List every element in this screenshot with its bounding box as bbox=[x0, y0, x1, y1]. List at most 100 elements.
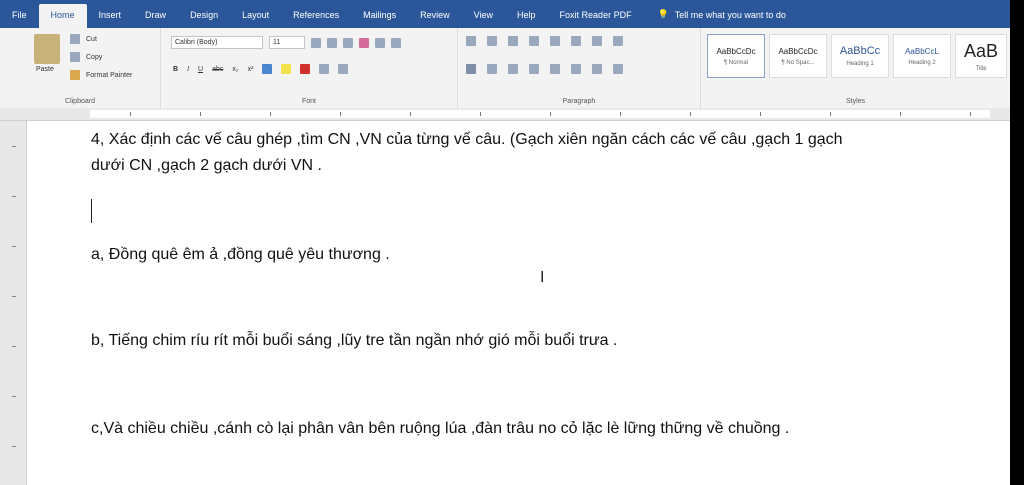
ruler-tick bbox=[12, 296, 16, 297]
align-center-icon[interactable] bbox=[487, 64, 497, 74]
document-page[interactable]: 4, Xác định các vế câu ghép ,tìm CN ,VN … bbox=[27, 121, 1010, 485]
ruler-tick bbox=[200, 112, 201, 116]
cut-button[interactable]: Cut bbox=[86, 36, 97, 43]
ruler-tick bbox=[12, 146, 16, 147]
question-line-2: dưới CN ,gạch 2 gạch dưới VN . bbox=[91, 157, 322, 174]
phonetic-guide-icon[interactable] bbox=[375, 37, 385, 48]
horizontal-ruler[interactable] bbox=[0, 108, 1010, 121]
multilevel-list-icon[interactable] bbox=[508, 36, 518, 46]
font-label: Font bbox=[301, 98, 316, 105]
paragraph-group: Paragraph bbox=[458, 28, 701, 108]
ruler-tick bbox=[620, 112, 621, 116]
align-right-icon[interactable] bbox=[508, 64, 518, 74]
style-name: ¶ No Spac... bbox=[781, 59, 815, 66]
ruler-tick bbox=[760, 112, 761, 116]
ruler-tick bbox=[130, 112, 131, 116]
tell-me-box[interactable]: 💡 Tell me what you want to do bbox=[644, 9, 786, 28]
ruler-tick bbox=[340, 112, 341, 116]
underline-button[interactable]: U bbox=[198, 66, 203, 73]
paste-icon[interactable] bbox=[34, 34, 60, 64]
style-name: Title bbox=[975, 65, 987, 72]
font-size-select[interactable]: 11 bbox=[269, 36, 305, 49]
bullets-icon[interactable] bbox=[466, 36, 476, 46]
clear-formatting-icon[interactable] bbox=[359, 37, 369, 48]
tab-layout[interactable]: Layout bbox=[230, 10, 281, 28]
change-case-icon[interactable] bbox=[343, 37, 353, 48]
ruler-tick bbox=[900, 112, 901, 116]
enclose-characters-icon[interactable] bbox=[338, 64, 349, 74]
font-group: Calibri (Body) 11 B I U abc x₂ x² Font bbox=[161, 28, 458, 108]
style-name: ¶ Normal bbox=[723, 59, 749, 66]
sentence-a: a, Đồng quê êm ả ,đồng quê yêu thương . bbox=[91, 246, 390, 263]
subscript-button[interactable]: x₂ bbox=[232, 66, 238, 73]
style-sample: AaBbCcL bbox=[905, 46, 939, 56]
grow-font-icon[interactable] bbox=[311, 37, 321, 48]
character-shading-icon[interactable] bbox=[319, 64, 330, 74]
ribbon-tabs: File Home Insert Draw Design Layout Refe… bbox=[0, 0, 1010, 28]
tab-foxit[interactable]: Foxit Reader PDF bbox=[548, 10, 644, 28]
strikethrough-button[interactable]: abc bbox=[212, 66, 223, 73]
superscript-button[interactable]: x² bbox=[248, 66, 254, 73]
ruler-tick bbox=[12, 196, 16, 197]
style-name: Heading 1 bbox=[846, 61, 874, 67]
tab-mailings[interactable]: Mailings bbox=[351, 10, 408, 28]
vertical-ruler[interactable] bbox=[0, 121, 27, 485]
shading-icon[interactable] bbox=[592, 64, 602, 74]
tab-references[interactable]: References bbox=[281, 10, 351, 28]
styles-group: AaBbCcDc ¶ Normal AaBbCcDc ¶ No Spac... … bbox=[701, 28, 1010, 108]
asian-layout-icon[interactable] bbox=[571, 36, 581, 46]
increase-indent-icon[interactable] bbox=[550, 36, 560, 46]
style-normal[interactable]: AaBbCcDc ¶ Normal bbox=[707, 34, 765, 78]
style-sample: AaBbCcDc bbox=[778, 46, 818, 56]
lightbulb-icon: 💡 bbox=[657, 9, 669, 19]
ribbon: Paste Cut Copy Format Painter Clipboard … bbox=[0, 28, 1010, 109]
numbering-icon[interactable] bbox=[487, 36, 497, 46]
ruler-tick bbox=[12, 246, 16, 247]
tab-review[interactable]: Review bbox=[408, 10, 462, 28]
tab-help[interactable]: Help bbox=[505, 10, 548, 28]
paste-label[interactable]: Paste bbox=[36, 66, 54, 73]
tab-design[interactable]: Design bbox=[178, 10, 230, 28]
highlight-icon[interactable] bbox=[281, 64, 292, 74]
text-effects-icon[interactable] bbox=[262, 64, 273, 74]
sentence-b: b, Tiếng chim ríu rít mỗi buổi sáng ,lũy… bbox=[91, 332, 618, 349]
style-heading-1[interactable]: AaBbCc Heading 1 bbox=[831, 34, 889, 78]
tab-insert[interactable]: Insert bbox=[87, 10, 134, 28]
ruler-tick bbox=[410, 112, 411, 116]
styles-label: Styles bbox=[845, 98, 866, 105]
tab-home[interactable]: Home bbox=[38, 4, 87, 28]
style-heading-2[interactable]: AaBbCcL Heading 2 bbox=[893, 34, 951, 78]
bold-button[interactable]: B bbox=[173, 66, 178, 73]
font-name-select[interactable]: Calibri (Body) bbox=[171, 36, 263, 49]
borders-icon[interactable] bbox=[613, 64, 623, 74]
format-painter-button[interactable]: Format Painter bbox=[86, 72, 132, 79]
shrink-font-icon[interactable] bbox=[327, 37, 337, 48]
tab-draw[interactable]: Draw bbox=[133, 10, 178, 28]
copy-button[interactable]: Copy bbox=[86, 54, 102, 61]
ruler-tick bbox=[970, 112, 971, 116]
format-painter-icon bbox=[70, 70, 80, 80]
line-spacing-icon[interactable] bbox=[571, 64, 581, 74]
style-no-spacing[interactable]: AaBbCcDc ¶ No Spac... bbox=[769, 34, 827, 78]
ibeam-cursor-icon: I bbox=[540, 269, 545, 286]
sort-icon[interactable] bbox=[592, 36, 602, 46]
tab-view[interactable]: View bbox=[462, 10, 505, 28]
styles-gallery: AaBbCcDc ¶ Normal AaBbCcDc ¶ No Spac... … bbox=[707, 34, 1007, 78]
pilcrow-icon[interactable] bbox=[613, 36, 623, 46]
sentence-c: c,Và chiều chiều ,cánh cò lại phân vân b… bbox=[91, 420, 790, 437]
tell-me-text: Tell me what you want to do bbox=[674, 9, 786, 20]
italic-button[interactable]: I bbox=[187, 66, 189, 73]
distributed-icon[interactable] bbox=[550, 64, 560, 74]
ruler-tick bbox=[830, 112, 831, 116]
decrease-indent-icon[interactable] bbox=[529, 36, 539, 46]
justify-icon[interactable] bbox=[529, 64, 539, 74]
character-border-icon[interactable] bbox=[391, 37, 401, 48]
tab-file[interactable]: File bbox=[0, 10, 39, 28]
font-color-icon[interactable] bbox=[300, 64, 311, 74]
ruler-tick bbox=[550, 112, 551, 116]
ruler-tick bbox=[12, 396, 16, 397]
word-window: File Home Insert Draw Design Layout Refe… bbox=[0, 0, 1024, 485]
style-title[interactable]: AaB Title bbox=[955, 34, 1007, 78]
align-left-icon[interactable] bbox=[466, 64, 476, 74]
ruler-tick bbox=[690, 112, 691, 116]
